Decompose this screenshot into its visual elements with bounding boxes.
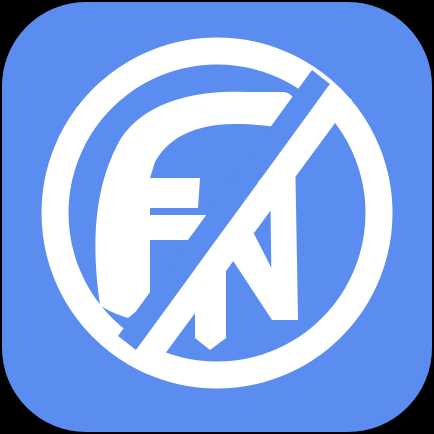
screen (0, 0, 434, 434)
logo-letter-f-bar (150, 178, 200, 208)
app-icon[interactable] (0, 0, 434, 434)
fn-logo-icon (2, 2, 432, 432)
